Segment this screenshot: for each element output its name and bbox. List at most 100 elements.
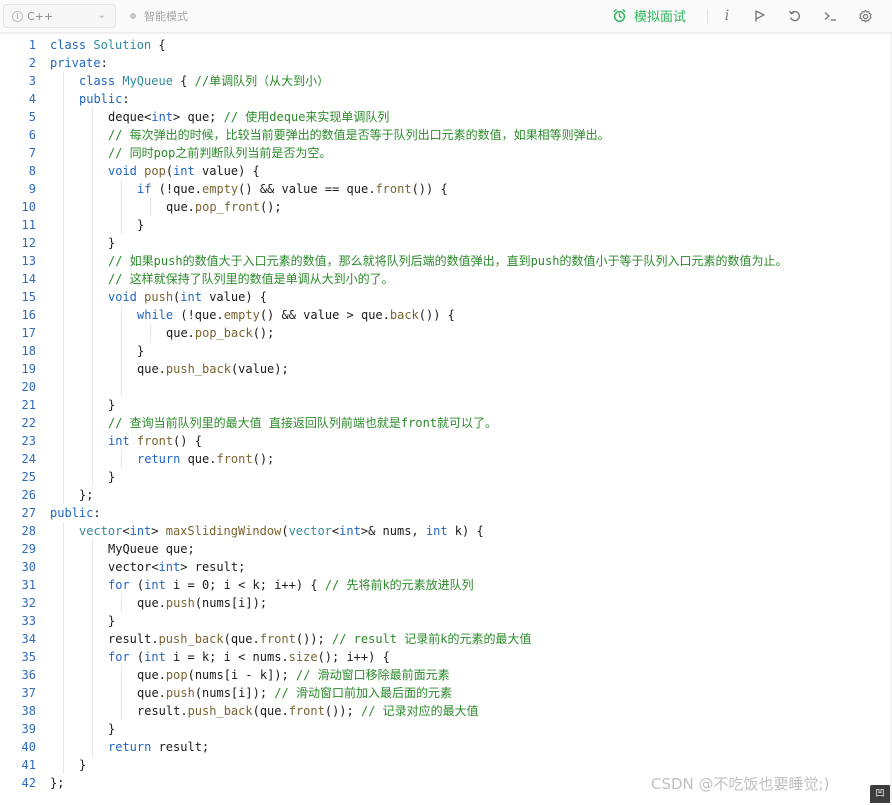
code-line[interactable]: 12} [0,234,892,252]
reset-icon[interactable] [787,8,803,24]
code-line[interactable]: 10 que.pop_front(); [0,198,892,216]
code-token: deque< [108,110,152,124]
line-number: 18 [21,344,36,358]
code-line[interactable]: 41} [0,756,892,774]
code-line[interactable]: 19 que.push_back(value); [0,360,892,378]
line-number: 1 [28,38,36,52]
code-token: int [173,164,195,178]
code-token: public [79,92,123,106]
code-text: // 查询当前队列里的最大值 直接返回队列前端也就是front就可以了。 [108,414,497,432]
code-token: (); [259,200,282,214]
code-token: ( [281,524,289,538]
code-line[interactable]: 31 for (int i = 0; i < k; i++) { // 先将前k的… [0,576,892,594]
code-token: } [137,218,145,232]
code-token: // 每次弹出的时候，比较当前要弹出的数值是否等于队列出口元素的数值，如果相等则… [108,128,610,142]
code-line[interactable]: 35 for (int i = k; i < nums.size(); i++) … [0,648,892,666]
code-token: // 滑动窗口移除最前面元素 [295,668,450,682]
code-line[interactable]: 29 MyQueue que; [0,540,892,558]
line-number: 30 [21,560,36,574]
code-line[interactable]: 16 while (!que.empty() && value > que.bac… [0,306,892,324]
code-token: (nums[i]); [194,596,268,610]
code-line[interactable]: 26}; [0,486,892,504]
code-line[interactable]: 38 result.push_back(que.front()); // 记录对应… [0,702,892,720]
code-text: public: [79,90,130,108]
toolbar-divider [707,9,708,24]
code-line[interactable]: 3 class MyQueue { //单调队列（从大到小） [0,72,892,90]
code-token: ()); [324,704,361,718]
code-line[interactable]: 8 void pop(int value) { [0,162,892,180]
code-line[interactable]: 17 que.pop_back(); [0,324,892,342]
code-token: empty [202,182,239,196]
code-token: push_back [158,632,224,646]
code-line[interactable]: 2 private: [0,54,892,72]
run-icon[interactable] [752,8,768,24]
code-token: } [108,614,116,628]
code-line[interactable]: 32 que.push(nums[i]); [0,594,892,612]
code-line[interactable]: 15 void push(int value) { [0,288,892,306]
code-line[interactable]: 22 // 查询当前队列里的最大值 直接返回队列前端也就是front就可以了。 [0,414,892,432]
code-line[interactable]: 36 que.pop(nums[i - k]); // 滑动窗口移除最前面元素 [0,666,892,684]
code-line[interactable]: 4 public: [0,90,892,108]
mock-interview-button[interactable]: 模拟面试 [612,6,686,25]
code-text: } [108,720,115,738]
code-token: push [165,596,195,610]
code-line[interactable]: 6 // 每次弹出的时候，比较当前要弹出的数值是否等于队列出口元素的数值，如果相等… [0,126,892,144]
code-token: que. [166,200,195,214]
code-token: front [259,632,296,646]
code-text: }; [50,774,64,792]
line-number: 26 [21,488,36,502]
code-editor[interactable]: 1 class Solution {2 private: 3 class MyQueue… [0,33,892,805]
code-line[interactable]: 23 int front() { [0,432,892,450]
code-line[interactable]: 21} [0,396,892,414]
code-line[interactable]: 25} [0,468,892,486]
terminal-icon[interactable] [822,8,838,24]
code-line[interactable]: 7 // 同时pop之前判断队列当前是否为空。 [0,144,892,162]
code-token: ( [165,164,174,178]
code-token: > result; [180,560,246,574]
line-number: 9 [28,182,36,196]
code-text: } [108,612,115,630]
line-number: 33 [21,614,36,628]
code-token: } [108,722,116,736]
code-token: (nums[i - k]); [187,668,296,682]
code-token: int [339,524,361,538]
code-token: size [288,650,318,664]
line-number: 31 [21,578,36,592]
code-line[interactable]: 14 // 这样就保持了队列里的数值是单调从大到小的了。 [0,270,892,288]
code-token: > que; [173,110,224,124]
code-line[interactable]: 33} [0,612,892,630]
code-text: return result; [108,738,209,756]
code-token: public [50,506,94,520]
line-number: 34 [21,632,36,646]
code-token: que. [180,452,217,466]
code-line[interactable]: 13 // 如果push的数值大于入口元素的数值，那么就将队列后端的数值弹出，直到… [0,252,892,270]
code-line[interactable]: 5 deque<int> que; // 使用deque来实现单调队列 [0,108,892,126]
code-line[interactable]: 34 result.push_back(que.front()); // resu… [0,630,892,648]
code-token: front [216,452,253,466]
smart-mode-toggle[interactable]: 智能模式 [130,8,188,24]
code-token: front [288,704,325,718]
code-line[interactable]: 40 return result; [0,738,892,756]
code-line[interactable]: 20 [0,378,892,396]
code-line[interactable]: 39} [0,720,892,738]
code-text: for (int i = 0; i < k; i++) { // 先将前k的元素… [108,576,474,594]
code-line[interactable]: 24 return que.front(); [0,450,892,468]
code-text: que.pop(nums[i - k]); // 滑动窗口移除最前面元素 [137,666,450,684]
code-line[interactable]: 37 que.push(nums[i]); // 滑动窗口前加入最后面的元素 [0,684,892,702]
settings-icon[interactable] [857,8,873,24]
code-text: public: [50,504,101,522]
code-text: if (!que.empty() && value == que.front()… [137,180,448,198]
code-line[interactable]: 30 vector<int> result; [0,558,892,576]
code-line[interactable]: 28 vector<int> maxSlidingWindow(vector<in… [0,522,892,540]
info-icon[interactable]: i [719,8,735,24]
code-line[interactable]: 27 public: [0,504,892,522]
code-token: return [137,452,181,466]
code-line[interactable]: 1 class Solution { [0,36,892,54]
code-line[interactable]: 18} [0,342,892,360]
language-select[interactable]: i C++ ⌄ [3,4,116,28]
code-text: // 同时pop之前判断队列当前是否为空。 [108,144,331,162]
code-line[interactable]: 9 if (!que.empty() && value == que.front(… [0,180,892,198]
code-line[interactable]: 11} [0,216,892,234]
code-text: vector<int> result; [108,558,245,576]
code-text: } [108,234,115,252]
